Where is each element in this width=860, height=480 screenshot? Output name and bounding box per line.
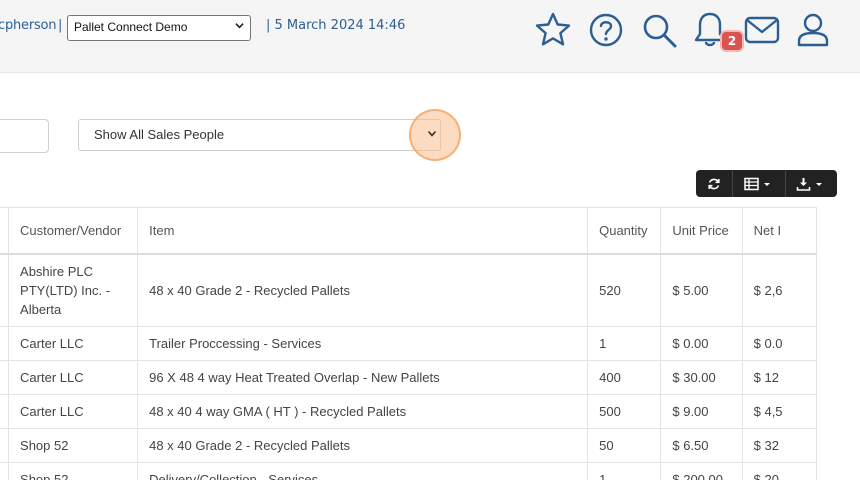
- table-cell-net: $ 12: [741, 359, 818, 395]
- table-cell-unit-price: $ 6.50: [660, 427, 743, 463]
- table-row[interactable]: Shop 52 Delivery/Collection - Services 1…: [0, 461, 818, 480]
- user-profile-button[interactable]: [793, 10, 833, 50]
- refresh-button[interactable]: [696, 170, 734, 197]
- star-icon: [535, 12, 571, 46]
- table-cell-quantity: 1: [587, 325, 662, 361]
- filter-input[interactable]: [0, 119, 49, 153]
- column-header-customer[interactable]: Customer/Vendor: [8, 207, 139, 255]
- sales-people-filter-value: Show All Sales People: [94, 127, 225, 142]
- table-toolbar: [696, 170, 837, 197]
- column-header-unit-price[interactable]: Unit Price: [660, 207, 743, 255]
- chevron-down-icon[interactable]: [425, 127, 439, 141]
- table-cell-quantity: 500: [587, 393, 662, 429]
- table-cell-item: 96 X 48 4 way Heat Treated Overlap - New…: [137, 359, 589, 395]
- table-cell-net: $ 4,5: [741, 393, 818, 429]
- table-cell-customer: Carter LLC: [8, 359, 139, 395]
- table-cell-quantity: 520: [587, 253, 662, 327]
- company-select[interactable]: Pallet Connect Demo: [67, 15, 251, 41]
- search-button[interactable]: [639, 10, 679, 50]
- table-cell: [0, 325, 10, 361]
- column-header-item[interactable]: Item: [137, 207, 589, 255]
- column-header-select: [0, 207, 10, 255]
- column-header-quantity[interactable]: Quantity: [587, 207, 662, 255]
- header-separator: |: [58, 18, 63, 33]
- company-select-value: Pallet Connect Demo: [74, 20, 188, 34]
- refresh-icon: [708, 178, 720, 189]
- notification-count-badge: 2: [722, 32, 742, 50]
- table-cell-customer: Carter LLC: [8, 325, 139, 361]
- help-icon: [589, 13, 623, 47]
- table-cell-unit-price: $ 30.00: [660, 359, 743, 395]
- table-cell-net: $ 2,6: [741, 253, 818, 327]
- table-cell-customer: Shop 52: [8, 427, 139, 463]
- table-cell-net: $ 0.0: [741, 325, 818, 361]
- table-cell: [0, 359, 10, 395]
- help-button[interactable]: [586, 10, 626, 50]
- table-cell-quantity: 50: [587, 427, 662, 463]
- table-cell: [0, 461, 10, 480]
- export-button[interactable]: [786, 170, 837, 197]
- envelope-icon: [744, 16, 780, 44]
- table-row[interactable]: Shop 52 48 x 40 Grade 2 - Recycled Palle…: [0, 427, 818, 463]
- table-row[interactable]: Carter LLC 96 X 48 4 way Heat Treated Ov…: [0, 359, 818, 395]
- table-row[interactable]: Carter LLC Trailer Proccessing - Service…: [0, 325, 818, 361]
- user-name-link[interactable]: cpherson: [0, 18, 57, 33]
- table-cell-unit-price: $ 0.00: [660, 325, 743, 361]
- table-cell-customer: Shop 52: [8, 461, 139, 480]
- table-cell-customer: Abshire PLC PTY(LTD) Inc. - Alberta: [8, 253, 139, 327]
- table-row[interactable]: Carter LLC 48 x 40 4 way GMA ( HT ) - Re…: [0, 393, 818, 429]
- columns-toggle-button[interactable]: [733, 170, 786, 197]
- user-icon: [797, 13, 829, 47]
- top-bar: cpherson | Pallet Connect Demo | 5 March…: [0, 0, 860, 73]
- search-icon: [643, 14, 677, 48]
- table-cell: [0, 393, 10, 429]
- table-cell-customer: Carter LLC: [8, 393, 139, 429]
- table-cell: [0, 253, 10, 327]
- chevron-down-icon: [235, 23, 244, 29]
- table-cell-net: $ 32: [741, 427, 818, 463]
- table-cell-item: 48 x 40 4 way GMA ( HT ) - Recycled Pall…: [137, 393, 589, 429]
- table-cell-quantity: 400: [587, 359, 662, 395]
- table-cell-item: Delivery/Collection - Services: [137, 461, 589, 480]
- download-icon: [797, 177, 823, 191]
- table-cell-item: 48 x 40 Grade 2 - Recycled Pallets: [137, 253, 589, 327]
- table-header-row: Customer/Vendor Item Quantity Unit Price…: [0, 207, 818, 255]
- current-datetime: | 5 March 2024 14:46: [266, 18, 406, 33]
- favorites-button[interactable]: [533, 10, 573, 50]
- table-cell-item: 48 x 40 Grade 2 - Recycled Pallets: [137, 427, 589, 463]
- column-header-net[interactable]: Net I: [741, 207, 818, 255]
- table-cell-unit-price: $ 5.00: [660, 253, 743, 327]
- sales-people-filter-select[interactable]: Show All Sales People: [78, 119, 441, 151]
- table-row[interactable]: Abshire PLC PTY(LTD) Inc. - Alberta 48 x…: [0, 253, 818, 327]
- messages-button[interactable]: [742, 10, 782, 50]
- table-cell-item: Trailer Proccessing - Services: [137, 325, 589, 361]
- orders-table: Customer/Vendor Item Quantity Unit Price…: [0, 207, 818, 480]
- orders-table-container: Customer/Vendor Item Quantity Unit Price…: [0, 207, 837, 480]
- table-cell: [0, 427, 10, 463]
- table-cell-unit-price: $ 9.00: [660, 393, 743, 429]
- table-cell-unit-price: $ 200.00: [660, 461, 743, 480]
- table-cell-quantity: 1: [587, 461, 662, 480]
- table-columns-icon: [744, 177, 771, 190]
- table-cell-net: $ 20: [741, 461, 818, 480]
